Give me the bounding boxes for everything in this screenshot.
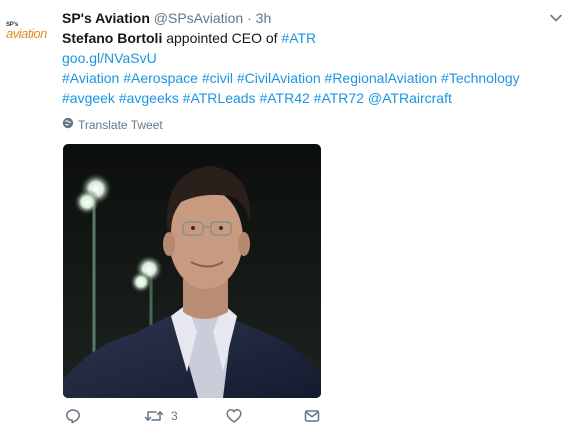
hashtag-link[interactable]: #avgeeks [119, 90, 179, 106]
hashtag-link[interactable]: #RegionalAviation [325, 70, 438, 86]
hashtag-link[interactable]: #CivilAviation [237, 70, 321, 86]
avatar[interactable]: SP's aviation [4, 22, 52, 46]
text-middle: appointed CEO of [162, 30, 282, 46]
direct-message-button[interactable] [304, 408, 320, 424]
avatar-logo-word: aviation [6, 26, 47, 41]
hashtag-link[interactable]: #ATR42 [259, 90, 309, 106]
hashtag-link[interactable]: #civil [202, 70, 233, 86]
hashtag-link[interactable]: #Technology [441, 70, 520, 86]
tweet-text: Stefano Bortoli appointed CEO of #ATR go… [62, 28, 552, 108]
translate-tweet-link[interactable]: Translate Tweet [62, 117, 163, 132]
tweet[interactable]: SP's aviation SP's Aviation @SPsAviation… [0, 0, 569, 433]
mention-link[interactable]: @ATRaircraft [368, 90, 452, 106]
chevron-down-icon[interactable] [548, 10, 564, 26]
timestamp[interactable]: 3h [256, 10, 272, 26]
text-line-1: Stefano Bortoli appointed CEO of #ATR [62, 28, 552, 48]
retweet-button[interactable]: 3 [144, 408, 178, 424]
hashtag-atr[interactable]: #ATR [281, 30, 316, 46]
envelope-icon [304, 408, 320, 424]
hashtag-link[interactable]: #Aerospace [123, 70, 198, 86]
text-line-3: #Aviation #Aerospace #civil #CivilAviati… [62, 68, 552, 88]
reply-icon [65, 408, 81, 424]
reply-button[interactable] [65, 408, 81, 424]
photo-image [63, 144, 321, 398]
tweet-header: SP's Aviation @SPsAviation · 3h [62, 9, 271, 27]
display-name[interactable]: SP's Aviation [62, 10, 150, 26]
hashtag-link[interactable]: #ATRLeads [183, 90, 256, 106]
hashtag-link[interactable]: #avgeek [62, 90, 115, 106]
short-url-link[interactable]: goo.gl/NVaSvU [62, 50, 157, 66]
retweet-icon [144, 408, 164, 424]
tweet-actions: 3 [62, 408, 342, 428]
text-line-4: #avgeek #avgeeks #ATRLeads #ATR42 #ATR72… [62, 88, 552, 108]
separator-dot: · [247, 10, 252, 26]
retweet-count: 3 [171, 409, 178, 423]
user-handle[interactable]: @SPsAviation [154, 10, 243, 26]
translate-label: Translate Tweet [78, 117, 163, 132]
hashtag-link[interactable]: #Aviation [62, 70, 119, 86]
person-name: Stefano Bortoli [62, 30, 163, 46]
globe-icon [62, 117, 74, 132]
text-line-2: goo.gl/NVaSvU [62, 48, 552, 68]
heart-icon [226, 408, 242, 424]
like-button[interactable] [226, 408, 242, 424]
tweet-photo[interactable] [63, 144, 321, 398]
hashtag-link[interactable]: #ATR72 [314, 90, 364, 106]
